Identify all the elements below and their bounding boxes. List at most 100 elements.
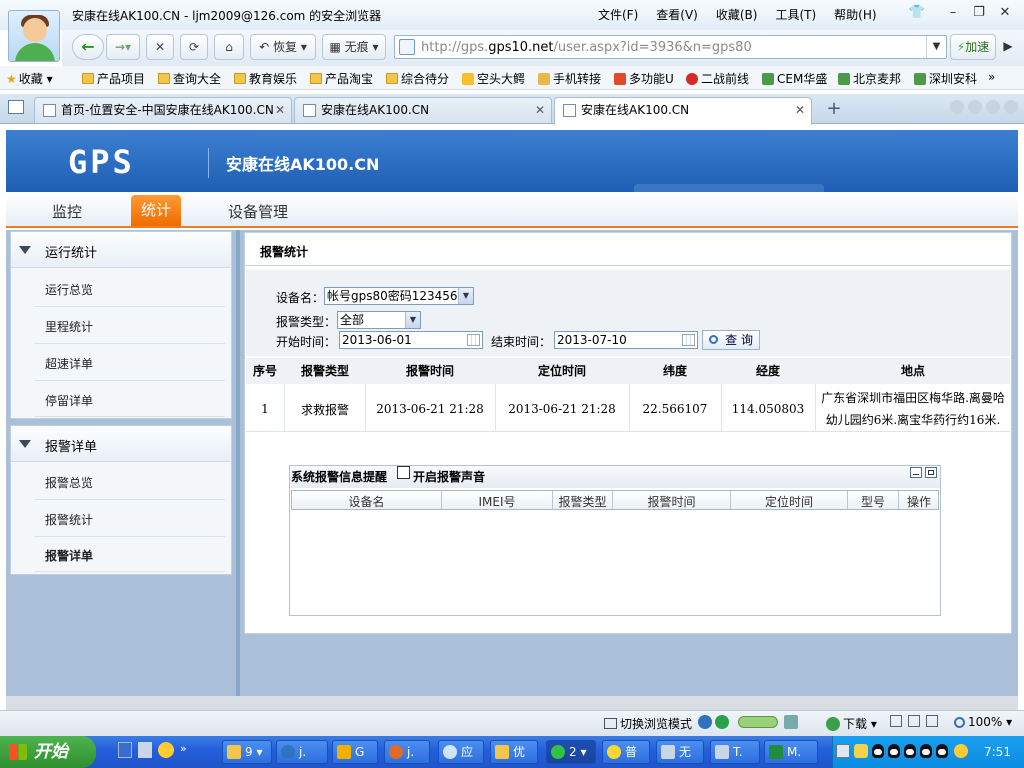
sidebar-item-alarm-stats[interactable]: 报警统计 <box>45 511 93 528</box>
menu-help[interactable]: 帮助(H) <box>834 6 876 23</box>
taskbar-item[interactable]: j. <box>384 740 430 764</box>
taskbar-item[interactable]: M. <box>764 740 818 764</box>
favorite-item[interactable]: 产品项目 <box>82 70 145 87</box>
qq-icon[interactable] <box>888 744 900 758</box>
tray-app-icon[interactable] <box>854 744 868 758</box>
shield-icon[interactable] <box>715 715 729 729</box>
address-dropdown-icon[interactable]: ▼ <box>926 36 946 58</box>
qq-icon[interactable] <box>920 744 932 758</box>
qq-icon[interactable] <box>904 744 916 758</box>
favorite-item[interactable]: 深圳安科 <box>914 70 977 87</box>
tab-3-active[interactable]: 安康在线AK100.CN ✕ <box>554 97 812 125</box>
switch-mode-button[interactable]: 切换浏览模式 <box>604 715 692 732</box>
pen-icon[interactable] <box>138 742 152 758</box>
taskbar-item[interactable]: 9 ▾ <box>222 740 272 764</box>
calendar-icon[interactable] <box>467 334 480 346</box>
grid-col-device[interactable]: 设备名 <box>292 493 441 510</box>
taskbar-item[interactable]: T. <box>710 740 760 764</box>
close-all-icon[interactable] <box>1004 100 1018 114</box>
sidebar-item-run-overview[interactable]: 运行总览 <box>45 281 93 298</box>
panel-splitter[interactable] <box>236 230 240 696</box>
nav-monitor[interactable]: 监控 <box>52 201 82 222</box>
sidebar-item-overspeed[interactable]: 超速详单 <box>45 355 93 372</box>
grid-col-alarm-time[interactable]: 报警时间 <box>613 493 730 510</box>
grid-col-locate-time[interactable]: 定位时间 <box>731 493 847 510</box>
grid-col-imei[interactable]: IMEI号 <box>442 493 552 510</box>
tab-2[interactable]: 安康在线AK100.CN ✕ <box>294 97 552 123</box>
minimize-icon[interactable]: – <box>944 5 962 21</box>
sidebar-item-stop[interactable]: 停留详单 <box>45 392 93 409</box>
alarm-sound-checkbox[interactable] <box>397 466 410 479</box>
refresh-icon[interactable]: ⟳ <box>180 34 208 60</box>
favorite-item[interactable]: 北京麦邦 <box>838 70 901 87</box>
ie-icon[interactable] <box>158 742 174 758</box>
taskbar-item[interactable]: 优 <box>490 740 538 764</box>
taskbar-item[interactable]: 应 <box>438 740 484 764</box>
calendar-icon[interactable] <box>682 334 695 346</box>
taskbar-item[interactable]: 无 <box>656 740 704 764</box>
address-text[interactable]: http://gps.gps10.net/user.aspx?id=3936&n… <box>421 40 752 55</box>
tab-1[interactable]: 首页-位置安全-中国安康在线AK100.CN ✕ <box>34 97 292 123</box>
stop-icon[interactable]: ✕ <box>146 34 174 60</box>
favorite-item[interactable]: 教育娱乐 <box>234 70 297 87</box>
taskbar-item[interactable]: G <box>332 740 378 764</box>
query-button[interactable]: 查 询 <box>702 330 760 350</box>
restore-button[interactable]: ↶ 恢复 ▾ <box>250 34 316 60</box>
accelerate-button[interactable]: ⚡加速 <box>950 34 996 60</box>
qq-icon[interactable] <box>936 744 948 758</box>
alarm-type-select[interactable]: 全部 ▼ <box>337 311 421 329</box>
favorite-item[interactable]: 二战前线 <box>686 70 749 87</box>
sidebar-group-header[interactable]: 报警详单 <box>11 426 231 462</box>
tray-volume-icon[interactable] <box>954 744 968 758</box>
panel-minimize-icon[interactable] <box>910 467 922 478</box>
close-window-icon[interactable]: ✕ <box>996 5 1014 21</box>
ie-icon[interactable] <box>698 715 712 729</box>
close-tab-icon[interactable]: ✕ <box>275 98 285 122</box>
download-button[interactable]: 下载 ▾ <box>826 715 877 732</box>
sidebar-item-alarm-overview[interactable]: 报警总览 <box>45 474 93 491</box>
device-select[interactable]: 帐号gps80密码123456 ▼ <box>324 287 474 305</box>
favorite-item[interactable]: 综合待分 <box>386 70 449 87</box>
menu-favorites[interactable]: 收藏(B) <box>716 6 758 23</box>
start-button[interactable]: 开始 <box>0 736 96 768</box>
scroll-left-icon[interactable] <box>950 100 964 114</box>
close-tab-icon[interactable]: ✕ <box>795 98 805 122</box>
forward-arrow-icon[interactable]: →▾ <box>106 34 140 60</box>
no-trace-button[interactable]: ▦ 无痕 ▾ <box>322 34 386 60</box>
favorite-item[interactable]: 产品淘宝 <box>310 70 373 87</box>
toolbar-more-icon[interactable]: ▶ <box>998 34 1018 60</box>
grid-col-action[interactable]: 操作 <box>899 493 939 510</box>
favorites-more[interactable]: » <box>988 70 995 84</box>
panel-maximize-icon[interactable] <box>925 467 937 478</box>
more-icon[interactable]: » <box>180 742 187 762</box>
nav-statistics[interactable]: 统计 <box>131 195 181 226</box>
home-icon[interactable]: ⌂ <box>214 34 244 60</box>
favorite-item[interactable]: 多功能U <box>614 70 674 87</box>
favorite-item[interactable]: 查询大全 <box>158 70 221 87</box>
new-tab-icon[interactable]: + <box>820 98 848 120</box>
user-avatar[interactable] <box>8 10 60 62</box>
menu-file[interactable]: 文件(F) <box>598 6 638 23</box>
grid-icon[interactable] <box>784 715 798 729</box>
close-tab-icon[interactable]: ✕ <box>535 98 545 122</box>
grid-col-model[interactable]: 型号 <box>848 493 898 510</box>
scroll-right-icon[interactable] <box>968 100 982 114</box>
print-icon[interactable] <box>908 715 920 727</box>
doc-icon[interactable] <box>118 742 132 758</box>
favorite-item[interactable]: 手机转接 <box>538 70 601 87</box>
nav-device-management[interactable]: 设备管理 <box>228 201 288 222</box>
taskbar-clock[interactable]: 7:51 <box>984 745 1011 759</box>
favorite-item[interactable]: CEM华盛 <box>762 70 827 87</box>
menu-tools[interactable]: 工具(T) <box>775 6 816 23</box>
back-arrow-icon[interactable]: ← <box>72 34 104 60</box>
end-time-input[interactable]: 2013-07-10 <box>554 331 698 349</box>
grid-col-alarm-type[interactable]: 报警类型 <box>553 493 612 510</box>
sidebar-item-mileage[interactable]: 里程统计 <box>45 318 93 335</box>
keyboard-icon[interactable] <box>836 744 850 758</box>
taskbar-item[interactable]: j. <box>276 740 328 764</box>
sidebar-group-header[interactable]: 运行统计 <box>11 232 231 268</box>
favorite-item[interactable]: 空头大鳄 <box>462 70 525 87</box>
speaker-icon[interactable] <box>926 715 938 727</box>
qq-icon[interactable] <box>872 744 884 758</box>
tab-menu-icon[interactable] <box>986 100 1000 114</box>
